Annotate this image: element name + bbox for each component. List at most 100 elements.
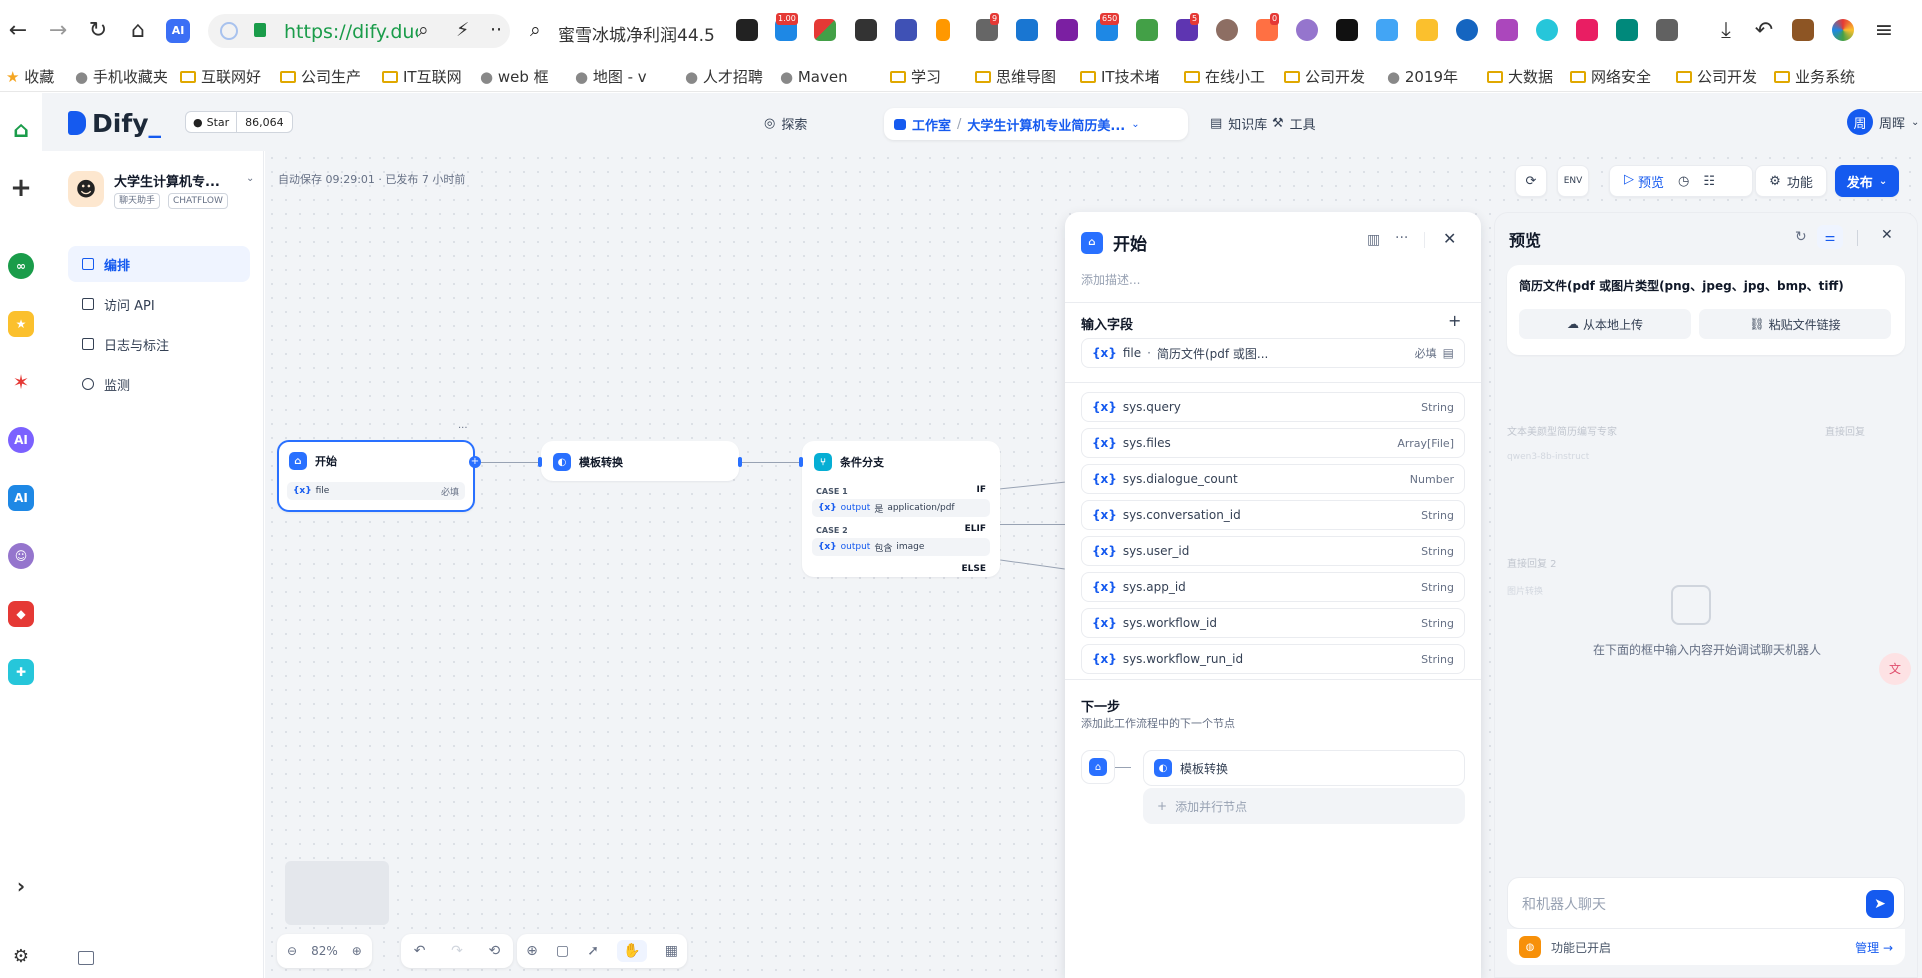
sidebar-item-api[interactable]: 访问 API <box>68 286 250 322</box>
ext-icon[interactable] <box>855 19 877 41</box>
organize-icon[interactable]: ▦ <box>665 943 678 959</box>
template-node[interactable]: ◐ 模板转换 <box>541 441 739 481</box>
nav-workroom[interactable]: 工作室 / 大学生计算机专业简历美... ⌄ <box>884 108 1188 140</box>
bookmark-item[interactable]: 互联网好 <box>180 66 261 88</box>
bolt-icon[interactable]: ⚡ <box>456 19 469 41</box>
ai-icon[interactable]: AI <box>8 427 34 453</box>
home-icon[interactable]: ⌂ <box>8 117 34 143</box>
ext-icon[interactable] <box>1056 19 1078 41</box>
nav-explore[interactable]: ◎ 探索 <box>764 110 807 136</box>
undo-icon[interactable]: ↶ <box>1752 19 1776 43</box>
variables-icon[interactable]: ⚌ <box>1817 225 1843 249</box>
menu-icon[interactable]: ≡ <box>1872 19 1896 43</box>
ext-icon[interactable] <box>814 19 836 41</box>
next-node-template[interactable]: ◐ 模板转换 <box>1143 750 1465 786</box>
add-icon[interactable]: + <box>8 173 34 203</box>
system-field[interactable]: {x} sys.files Array[File] <box>1081 428 1465 458</box>
bookmark-item[interactable]: 公司开发 <box>1676 66 1757 88</box>
puzzle-icon[interactable] <box>1656 19 1678 41</box>
ext-icon[interactable] <box>936 19 950 41</box>
if-else-node[interactable]: ⑂ 条件分支 CASE 1 IF {x} output 是 application… <box>802 441 1000 577</box>
nav-tools[interactable]: ⚒ 工具 <box>1272 110 1316 136</box>
ext-icon[interactable] <box>1576 19 1598 41</box>
pointer-icon[interactable]: ➚ <box>587 943 599 959</box>
download-icon[interactable]: ⤓ <box>1714 19 1738 43</box>
system-field[interactable]: {x} sys.workflow_run_id String <box>1081 644 1465 674</box>
minimap[interactable] <box>285 861 389 925</box>
bookmark-item[interactable]: 网络安全 <box>1570 66 1651 88</box>
back-icon[interactable]: ← <box>6 19 30 43</box>
ext-icon[interactable] <box>1376 19 1398 41</box>
manage-link[interactable]: 管理 → <box>1855 939 1893 956</box>
forward-icon[interactable]: → <box>46 19 70 43</box>
hand-icon[interactable]: ✋ <box>617 940 647 962</box>
ext-icon[interactable] <box>1456 19 1478 41</box>
ext-icon[interactable] <box>1536 19 1558 41</box>
bookmark-item[interactable]: 学习 <box>890 66 941 88</box>
zoom-out-icon[interactable]: ⊖ <box>287 944 297 958</box>
system-field[interactable]: {x} sys.query String <box>1081 392 1465 422</box>
chevron-down-icon[interactable]: ⌄ <box>1131 119 1139 130</box>
ext-icon[interactable] <box>1336 19 1358 41</box>
preview-button[interactable]: ▷ 预览 <box>1624 172 1664 191</box>
sidebar-item-logs[interactable]: 日志与标注 <box>68 326 250 362</box>
checklist-button[interactable]: ⟳ <box>1515 165 1547 197</box>
upload-local-button[interactable]: ☁ 从本地上传 <box>1519 309 1691 339</box>
refresh-icon[interactable]: ↻ <box>1795 229 1807 245</box>
ext-icon[interactable] <box>1496 19 1518 41</box>
more-icon[interactable]: ··· <box>1395 230 1408 246</box>
ext-icon[interactable] <box>895 19 917 41</box>
description-input[interactable]: 添加描述... <box>1081 271 1140 288</box>
bookmark-item[interactable]: IT互联网 <box>382 66 462 88</box>
bookmark-item[interactable]: ● 2019年 <box>1387 66 1458 88</box>
ext-icon[interactable] <box>1616 19 1638 41</box>
reload-icon[interactable]: ↻ <box>86 19 110 43</box>
bookmark-item[interactable]: 大数据 <box>1487 66 1553 88</box>
ext-icon[interactable] <box>1016 19 1038 41</box>
input-field-file[interactable]: {x} file · 简历文件(pdf 或图... 必填 ▤ <box>1081 338 1465 368</box>
bookmark-item[interactable]: ● 手机收藏夹 <box>75 66 168 88</box>
profile-icon[interactable] <box>1832 19 1854 41</box>
gear-icon[interactable]: ⚙ <box>8 943 34 969</box>
send-icon[interactable]: ➤ <box>1866 890 1894 918</box>
app-icon[interactable]: ∞ <box>8 253 34 279</box>
book-icon[interactable]: ▥ <box>1367 232 1380 248</box>
address-bar[interactable]: https://dify.duc ⌕ ⚡ ·· <box>208 14 510 48</box>
chat-input[interactable]: 和机器人聊天 ➤ <box>1507 877 1905 929</box>
sidebar-item-monitor[interactable]: 监测 <box>68 366 250 402</box>
bookmark-item[interactable]: 公司生产 <box>280 66 361 88</box>
github-star-button[interactable]: ● Star 86,064 <box>185 111 293 133</box>
app-icon[interactable]: ✚ <box>8 659 34 685</box>
add-parallel-node-button[interactable]: + 添加并行节点 <box>1143 788 1465 824</box>
game-icon[interactable]: ◆ <box>8 601 34 627</box>
bookmark-item[interactable]: ★ 收藏 <box>6 66 54 88</box>
bookmark-item[interactable]: ● 地图 - v <box>575 66 647 88</box>
bot-icon[interactable]: ☺ <box>8 543 34 569</box>
undo-icon[interactable]: ↶ <box>414 943 426 959</box>
star-icon[interactable]: ★ <box>8 311 34 337</box>
more-icon[interactable]: ·· <box>490 19 502 41</box>
bookmark-item[interactable]: 业务系统 <box>1774 66 1855 88</box>
system-field[interactable]: {x} sys.dialogue_count Number <box>1081 464 1465 494</box>
briefcase-icon[interactable] <box>1792 19 1814 41</box>
panel-title-text[interactable]: 开始 <box>1113 230 1147 255</box>
bookmark-item[interactable]: ● web 框 <box>480 66 549 88</box>
bookmark-item[interactable]: ● 人才招聘 <box>685 66 763 88</box>
zoom-icon[interactable]: ⌕ <box>418 19 429 41</box>
ext-icon[interactable] <box>1136 19 1158 41</box>
sidebar-item-orchestrate[interactable]: 编排 <box>68 246 250 282</box>
start-node[interactable]: ⌂ 开始 {x} file 必填 <box>277 440 475 512</box>
bookmark-item[interactable]: 思维导图 <box>975 66 1056 88</box>
paste-link-button[interactable]: ⛓ 粘贴文件链接 <box>1699 309 1891 339</box>
ext-icon[interactable] <box>736 19 758 41</box>
system-field[interactable]: {x} sys.conversation_id String <box>1081 500 1465 530</box>
add-block-icon[interactable]: ⊕ <box>526 943 538 959</box>
bookmark-item[interactable]: ● Maven <box>780 66 848 88</box>
system-field[interactable]: {x} sys.user_id String <box>1081 536 1465 566</box>
note-icon[interactable]: ▢ <box>556 943 569 959</box>
ext-icon[interactable] <box>1296 19 1318 41</box>
collapse-sidebar-icon[interactable] <box>78 951 94 965</box>
user-menu[interactable]: 周 周晖 ⌄ <box>1847 109 1919 135</box>
close-icon[interactable]: ✕ <box>1881 227 1893 243</box>
features-button[interactable]: ⚙ 功能 <box>1755 165 1827 197</box>
